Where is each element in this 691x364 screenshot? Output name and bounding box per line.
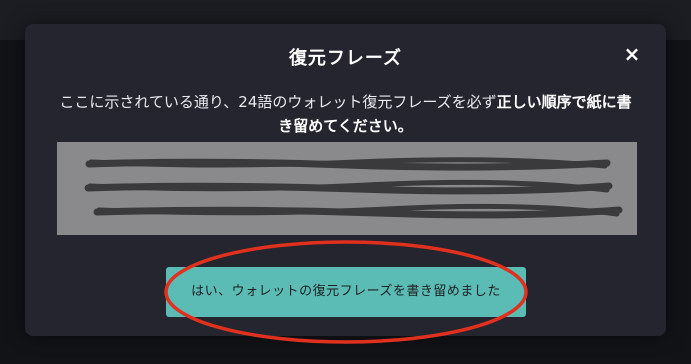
recovery-phrase-redacted (57, 142, 637, 235)
confirm-written-button[interactable]: はい、ウォレットの復元フレーズを書き留めました (166, 267, 526, 317)
recovery-phrase-dialog: 復元フレーズ × ここに示されている通り、24語のウォレット復元フレーズを必ず正… (25, 24, 666, 344)
dialog-title: 復元フレーズ (288, 48, 403, 69)
instruction-plain: ここに示されている通り、24語のウォレット復元フレーズを必ず (59, 93, 497, 111)
scribble-redaction (84, 157, 623, 219)
close-icon[interactable]: × (622, 44, 642, 64)
instruction-text: ここに示されている通り、24語のウォレット復元フレーズを必ず正しい順序で紙に書き… (55, 90, 636, 138)
